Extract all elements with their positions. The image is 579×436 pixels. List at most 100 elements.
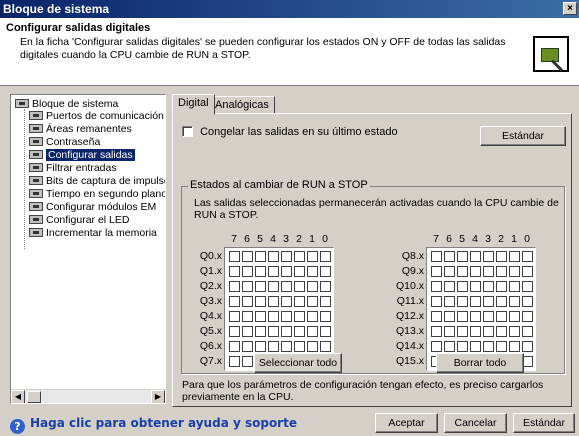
output-bit-checkbox[interactable]	[457, 311, 468, 322]
output-bit-checkbox[interactable]	[307, 266, 318, 277]
freeze-checkbox[interactable]	[182, 126, 193, 137]
output-bit-checkbox[interactable]	[496, 326, 507, 337]
output-bit-checkbox[interactable]	[281, 296, 292, 307]
output-bit-checkbox[interactable]	[320, 326, 331, 337]
output-bit-checkbox[interactable]	[255, 266, 266, 277]
output-bit-checkbox[interactable]	[307, 281, 318, 292]
output-bit-checkbox[interactable]	[281, 266, 292, 277]
tree-item[interactable]: Configurar salidas	[29, 149, 135, 162]
output-bit-checkbox[interactable]	[268, 311, 279, 322]
output-bit-checkbox[interactable]	[483, 296, 494, 307]
tree-item[interactable]: Configurar módulos EM	[29, 201, 156, 214]
output-bit-checkbox[interactable]	[281, 341, 292, 352]
output-bit-checkbox[interactable]	[444, 326, 455, 337]
output-bit-checkbox[interactable]	[483, 251, 494, 262]
cancel-button[interactable]: Cancelar	[444, 413, 507, 433]
output-bit-checkbox[interactable]	[255, 251, 266, 262]
output-bit-checkbox[interactable]	[457, 281, 468, 292]
output-bit-checkbox[interactable]	[294, 326, 305, 337]
output-bit-checkbox[interactable]	[268, 251, 279, 262]
output-bit-checkbox[interactable]	[496, 341, 507, 352]
output-bit-checkbox[interactable]	[242, 311, 253, 322]
output-bit-checkbox[interactable]	[320, 281, 331, 292]
output-bit-checkbox[interactable]	[229, 326, 240, 337]
output-bit-checkbox[interactable]	[229, 311, 240, 322]
output-bit-checkbox[interactable]	[281, 251, 292, 262]
select-all-button[interactable]: Seleccionar todo	[254, 353, 342, 373]
tree-item[interactable]: Áreas remanentes	[29, 123, 132, 136]
output-bit-checkbox[interactable]	[268, 296, 279, 307]
output-bit-checkbox[interactable]	[320, 311, 331, 322]
tree-item[interactable]: Puertos de comunicación	[29, 110, 164, 123]
output-bit-checkbox[interactable]	[431, 281, 442, 292]
output-bit-checkbox[interactable]	[457, 341, 468, 352]
output-bit-checkbox[interactable]	[457, 296, 468, 307]
output-bit-checkbox[interactable]	[470, 266, 481, 277]
output-bit-checkbox[interactable]	[431, 326, 442, 337]
output-bit-checkbox[interactable]	[229, 251, 240, 262]
output-bit-checkbox[interactable]	[307, 341, 318, 352]
standard-outputs-button[interactable]: Estándar	[480, 126, 566, 146]
output-bit-checkbox[interactable]	[268, 281, 279, 292]
output-bit-checkbox[interactable]	[229, 296, 240, 307]
output-bit-checkbox[interactable]	[294, 296, 305, 307]
output-bit-checkbox[interactable]	[470, 311, 481, 322]
output-bit-checkbox[interactable]	[522, 311, 533, 322]
output-bit-checkbox[interactable]	[522, 251, 533, 262]
output-bit-checkbox[interactable]	[522, 326, 533, 337]
output-bit-checkbox[interactable]	[242, 296, 253, 307]
output-bit-checkbox[interactable]	[307, 326, 318, 337]
output-bit-checkbox[interactable]	[320, 266, 331, 277]
output-bit-checkbox[interactable]	[509, 266, 520, 277]
clear-all-button[interactable]: Borrar todo	[436, 353, 524, 373]
freeze-outputs-option[interactable]: Congelar las salidas en su último estado	[182, 126, 398, 138]
output-bit-checkbox[interactable]	[307, 311, 318, 322]
output-bit-checkbox[interactable]	[457, 251, 468, 262]
output-bit-checkbox[interactable]	[470, 281, 481, 292]
output-bit-checkbox[interactable]	[268, 326, 279, 337]
tab-analog[interactable]: Analógicas	[209, 96, 275, 114]
tab-digital[interactable]: Digital	[172, 94, 215, 115]
scroll-thumb[interactable]	[27, 391, 41, 403]
output-bit-checkbox[interactable]	[255, 296, 266, 307]
output-bit-checkbox[interactable]	[431, 251, 442, 262]
output-bit-checkbox[interactable]	[509, 296, 520, 307]
output-bit-checkbox[interactable]	[255, 281, 266, 292]
output-bit-checkbox[interactable]	[294, 311, 305, 322]
output-bit-checkbox[interactable]	[444, 251, 455, 262]
output-bit-checkbox[interactable]	[483, 266, 494, 277]
output-bit-checkbox[interactable]	[242, 341, 253, 352]
output-bit-checkbox[interactable]	[281, 281, 292, 292]
output-bit-checkbox[interactable]	[509, 311, 520, 322]
output-bit-checkbox[interactable]	[444, 311, 455, 322]
output-bit-checkbox[interactable]	[522, 341, 533, 352]
output-bit-checkbox[interactable]	[242, 251, 253, 262]
output-bit-checkbox[interactable]	[496, 251, 507, 262]
output-bit-checkbox[interactable]	[522, 281, 533, 292]
output-bit-checkbox[interactable]	[444, 296, 455, 307]
output-bit-checkbox[interactable]	[294, 341, 305, 352]
output-bit-checkbox[interactable]	[431, 341, 442, 352]
output-bit-checkbox[interactable]	[444, 266, 455, 277]
output-bit-checkbox[interactable]	[522, 296, 533, 307]
output-bit-checkbox[interactable]	[281, 326, 292, 337]
output-bit-checkbox[interactable]	[229, 281, 240, 292]
tree-item[interactable]: Incrementar la memoria	[29, 227, 157, 240]
output-bit-checkbox[interactable]	[483, 341, 494, 352]
output-bit-checkbox[interactable]	[470, 341, 481, 352]
output-bit-checkbox[interactable]	[431, 311, 442, 322]
output-bit-checkbox[interactable]	[307, 251, 318, 262]
output-bit-checkbox[interactable]	[457, 326, 468, 337]
tree-item[interactable]: Configurar el LED	[29, 214, 129, 227]
output-bit-checkbox[interactable]	[242, 326, 253, 337]
output-bit-checkbox[interactable]	[255, 341, 266, 352]
scroll-right-icon[interactable]: ▶	[151, 390, 165, 403]
output-bit-checkbox[interactable]	[483, 326, 494, 337]
output-bit-checkbox[interactable]	[242, 356, 253, 367]
output-bit-checkbox[interactable]	[470, 251, 481, 262]
output-bit-checkbox[interactable]	[320, 296, 331, 307]
output-bit-checkbox[interactable]	[268, 266, 279, 277]
output-bit-checkbox[interactable]	[444, 341, 455, 352]
tree-item[interactable]: Tiempo en segundo plano	[29, 188, 165, 201]
output-bit-checkbox[interactable]	[242, 266, 253, 277]
